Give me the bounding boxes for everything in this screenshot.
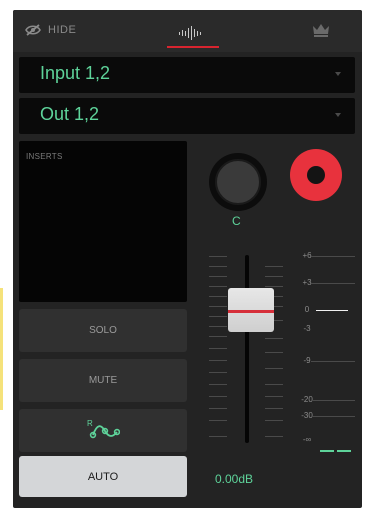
automation-curve-letter: R (87, 419, 93, 428)
input-select[interactable]: Input 1,2 (19, 57, 355, 93)
pan-value: C (232, 214, 241, 228)
fader-tick (209, 316, 227, 317)
fader-tick (209, 408, 227, 409)
fader-tick (209, 360, 227, 361)
automation-curve-icon: R (86, 418, 121, 443)
hide-label: HIDE (48, 24, 77, 36)
fader-tick (209, 420, 227, 421)
fader-tick (209, 396, 227, 397)
hide-button[interactable]: HIDE (25, 24, 76, 36)
scale-tick (265, 266, 283, 267)
fader-tick (209, 296, 227, 297)
pan-knob-cap (215, 159, 261, 205)
master-view-tab[interactable] (311, 22, 331, 43)
meter-line (311, 361, 355, 362)
pan-knob[interactable] (209, 153, 267, 211)
automation-read-button[interactable]: R (19, 409, 187, 452)
fader-track[interactable] (245, 255, 249, 443)
panel-header: HIDE (13, 10, 362, 52)
inserts-panel[interactable]: INSERTS (19, 141, 187, 302)
auto-button[interactable]: AUTO (19, 456, 187, 497)
fader-handle[interactable] (228, 288, 274, 332)
level-meter-right (337, 450, 351, 452)
scale-tick (265, 286, 283, 287)
record-icon (307, 166, 325, 184)
output-select-value: Out 1,2 (40, 104, 100, 124)
record-arm-button[interactable] (290, 149, 342, 201)
meter-line (311, 256, 355, 257)
focus-edge (0, 288, 3, 410)
chevron-down-icon (335, 113, 341, 117)
fader-tick (209, 286, 227, 287)
fader-tick (209, 384, 227, 385)
scale-label-minus-inf: -∞ (302, 435, 312, 444)
fader-tick (209, 348, 227, 349)
fader-handle-indicator (228, 310, 274, 313)
meter-line (311, 416, 355, 417)
fader-tick (209, 306, 227, 307)
fader-level-readout: 0.00dB (215, 472, 254, 486)
mixer-view-tab[interactable] (167, 24, 219, 50)
meter-zero-line (316, 310, 348, 311)
fader-tick (209, 336, 227, 337)
scale-tick (265, 436, 283, 437)
input-select-value: Input 1,2 (40, 63, 111, 83)
active-tab-indicator (167, 46, 219, 48)
scale-label-minus3: -3 (303, 324, 311, 333)
scale-tick (265, 384, 283, 385)
mute-label: MUTE (88, 375, 118, 386)
meter-line (311, 400, 355, 401)
channel-strip-panel: HIDE Input 1,2 Out 1,2 INSERTS SOLO MUTE… (13, 10, 362, 508)
crown-icon (311, 24, 331, 42)
scale-tick (265, 420, 283, 421)
fader-tick (209, 266, 227, 267)
scale-tick (265, 352, 283, 353)
scale-tick (265, 368, 283, 369)
fader-tick (209, 372, 227, 373)
scale-label-0: 0 (304, 305, 310, 314)
scale-tick (265, 396, 283, 397)
fader-tick (209, 326, 227, 327)
meter-line (311, 283, 355, 284)
fader-tick (209, 436, 227, 437)
hide-eye-icon (25, 24, 41, 36)
scale-tick (265, 408, 283, 409)
volume-fader-area: +6 +3 0 -3 -9 -20 -30 -∞ (203, 240, 358, 452)
inserts-label: INSERTS (26, 152, 63, 161)
output-select[interactable]: Out 1,2 (19, 98, 355, 134)
fader-tick (209, 256, 227, 257)
scale-tick (265, 276, 283, 277)
solo-label: SOLO (89, 325, 117, 336)
mute-button[interactable]: MUTE (19, 359, 187, 402)
chevron-down-icon (335, 72, 341, 76)
auto-label: AUTO (87, 470, 119, 483)
scale-tick (265, 338, 283, 339)
solo-button[interactable]: SOLO (19, 309, 187, 352)
fader-tick (209, 276, 227, 277)
level-meter-left (320, 450, 334, 452)
